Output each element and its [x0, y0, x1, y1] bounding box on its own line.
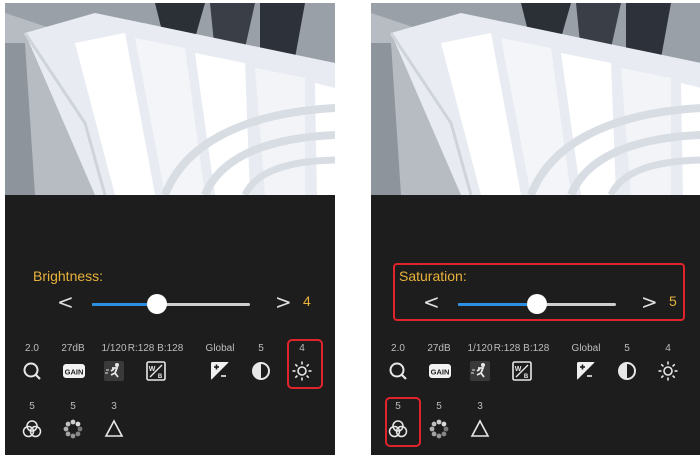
tool-exposure[interactable]: Global	[197, 343, 243, 393]
tool-gain[interactable]: 27dB GAIN	[55, 343, 91, 393]
next-arrow-button[interactable]: >	[641, 290, 658, 314]
tool-sharpness[interactable]: 5	[421, 401, 457, 451]
brightness-icon	[658, 361, 678, 381]
tool-value: 5	[29, 401, 35, 412]
shutter-motion-icon	[470, 361, 490, 381]
saturation-icon	[22, 419, 42, 439]
tool-gamma[interactable]: 3	[462, 401, 498, 451]
tool-value: 3	[111, 401, 117, 412]
gamma-icon	[104, 419, 124, 439]
tool-value: 5	[624, 343, 630, 354]
tool-saturation[interactable]: 5	[14, 401, 50, 451]
tool-value: 4	[665, 343, 671, 354]
tool-highlight-box	[385, 397, 421, 447]
prev-arrow-button[interactable]: <	[423, 290, 440, 314]
tool-value: Global	[571, 343, 601, 354]
tool-contrast[interactable]: 5	[609, 343, 645, 393]
svg-text:GAIN: GAIN	[65, 368, 84, 377]
exposure-icon	[210, 361, 230, 381]
sharpness-icon	[429, 419, 449, 439]
svg-text:GAIN: GAIN	[431, 368, 450, 377]
tool-value: 2.0	[391, 343, 405, 354]
tool-sharpness[interactable]: 5	[55, 401, 91, 451]
tool-value: 5	[258, 343, 264, 354]
zoom-icon	[22, 361, 42, 381]
tool-value: 3	[477, 401, 483, 412]
tool-highlight-box	[287, 339, 323, 389]
contrast-icon	[617, 361, 637, 381]
gain-icon: GAIN	[63, 361, 85, 381]
tool-white-balance[interactable]: R:128 B:128 W B	[123, 343, 188, 393]
tool-value: 5	[70, 401, 76, 412]
tool-value: 2.0	[25, 343, 39, 354]
slider-thumb[interactable]	[146, 294, 167, 314]
camera-preview-image	[5, 3, 335, 195]
camera-panel-brightness: Brightness: < > 4 2.0 27dB GAIN 1/120 R:128 …	[5, 3, 335, 455]
tool-gain[interactable]: 27dB GAIN	[421, 343, 457, 393]
tool-value: Global	[205, 343, 235, 354]
slider-thumb[interactable]	[527, 294, 547, 314]
gamma-icon	[470, 419, 490, 439]
prev-arrow-button[interactable]: <	[57, 290, 74, 314]
tool-value: 27dB	[61, 343, 85, 354]
tool-white-balance[interactable]: R:128 B:128 W B	[489, 343, 554, 393]
slider-fill	[458, 303, 537, 306]
tool-gamma[interactable]: 3	[96, 401, 132, 451]
brightness-slider[interactable]	[92, 294, 250, 314]
tool-value: 27dB	[427, 343, 451, 354]
white-balance-icon: WB	[511, 361, 532, 381]
sharpness-icon	[63, 419, 83, 439]
tool-zoom[interactable]: 2.0	[380, 343, 416, 393]
tool-zoom[interactable]: 2.0	[14, 343, 50, 393]
gain-icon: GAIN	[429, 361, 451, 381]
slider-label: Brightness:	[33, 268, 104, 284]
svg-text:B: B	[157, 374, 162, 380]
tool-value: 5	[436, 401, 442, 412]
zoom-icon	[388, 361, 408, 381]
tool-value: R:128 B:128	[127, 343, 184, 354]
exposure-icon	[576, 361, 596, 381]
tool-exposure[interactable]: Global	[563, 343, 609, 393]
slider-value: 5	[669, 293, 677, 309]
saturation-slider[interactable]	[458, 294, 616, 314]
next-arrow-button[interactable]: >	[275, 290, 292, 314]
shutter-motion-icon	[104, 361, 124, 381]
slider-label: Saturation:	[399, 268, 467, 284]
contrast-icon	[251, 361, 271, 381]
slider-value: 4	[303, 293, 311, 309]
tool-value: R:128 B:128	[493, 343, 550, 354]
tool-brightness[interactable]: 4	[650, 343, 686, 393]
tool-contrast[interactable]: 5	[243, 343, 279, 393]
camera-preview-image	[371, 3, 700, 195]
svg-text:B: B	[523, 374, 528, 380]
camera-panel-saturation: Saturation: < > 5 2.0 27dB GAIN 1/120 R:128 …	[371, 3, 700, 455]
white-balance-icon: WB	[145, 361, 166, 381]
